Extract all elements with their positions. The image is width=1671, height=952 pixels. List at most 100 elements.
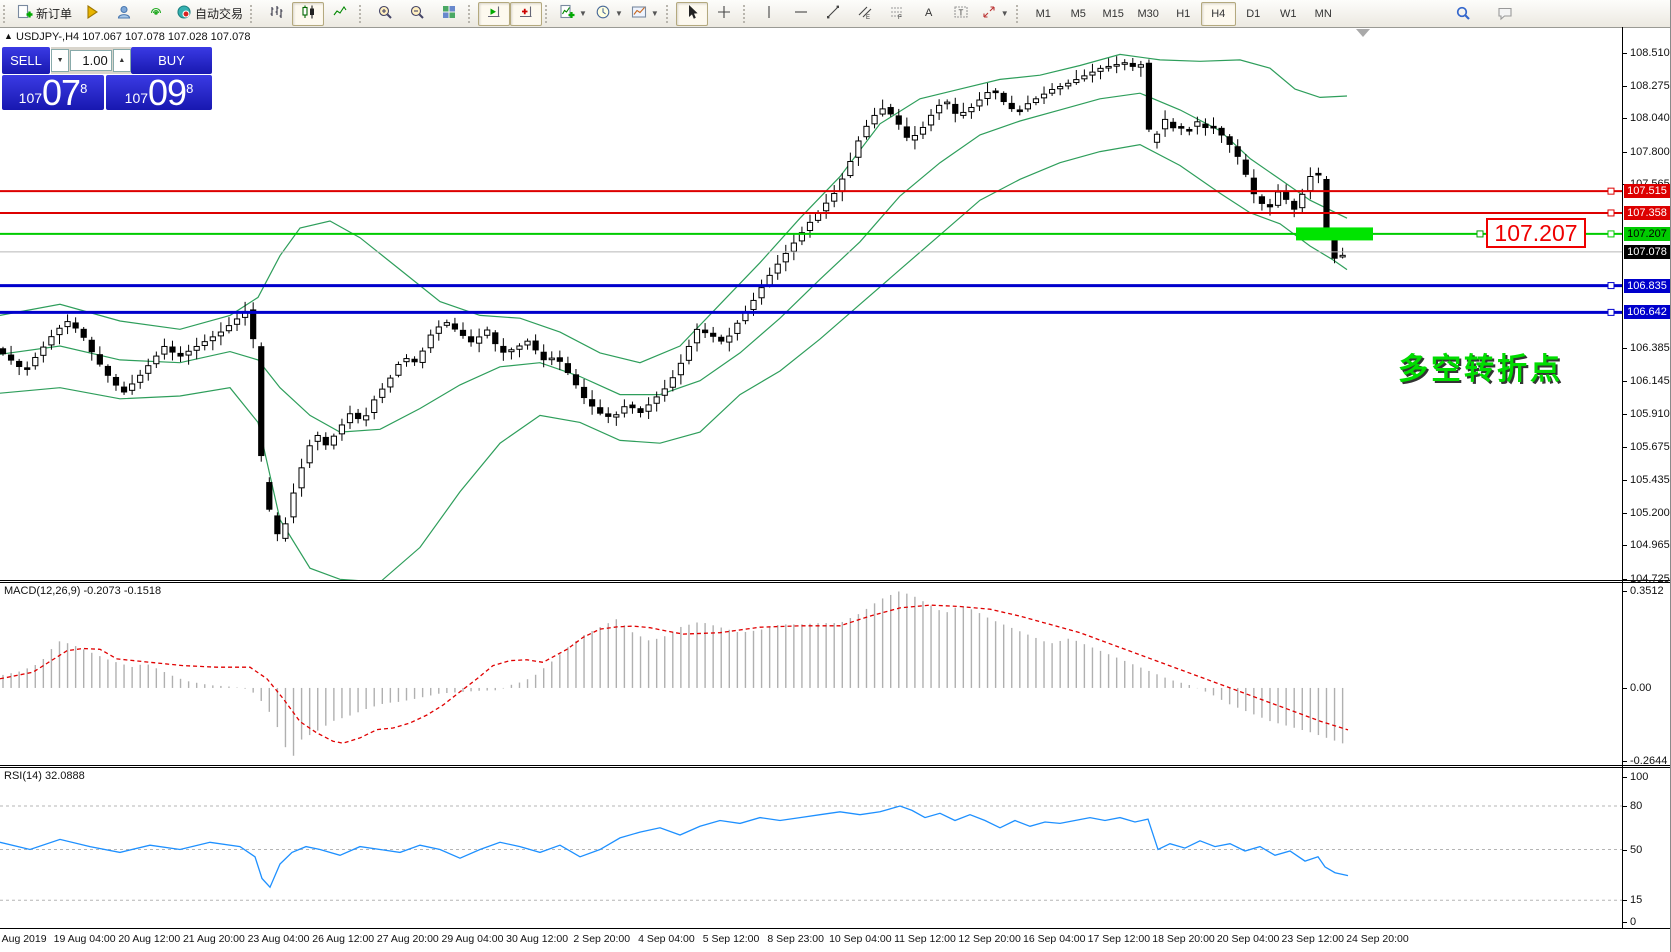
price-level-badge: 107.515 (1624, 184, 1670, 198)
time-axis-label: 10 Sep 04:00 (829, 933, 891, 945)
time-axis-label: 21 Aug 20:00 (183, 933, 245, 945)
time-axis-separator (0, 928, 1671, 929)
candle-body (154, 356, 159, 364)
candle-body (888, 108, 893, 114)
time-axis-label: 20 Sep 04:00 (1217, 933, 1279, 945)
candle-body (1106, 66, 1111, 68)
chart-plot[interactable] (0, 0, 1671, 952)
time-axis-label: 19 Aug 04:00 (54, 933, 116, 945)
candle-body (1316, 173, 1321, 175)
candle-body (694, 329, 699, 342)
candle-body (1219, 128, 1224, 135)
candle-body (1203, 124, 1208, 127)
axis-tick (1622, 761, 1627, 762)
candle-body (186, 351, 191, 355)
buy-price-sup: 8 (186, 76, 193, 102)
level-line-handle[interactable] (1608, 309, 1614, 315)
volume-input[interactable]: 1.00 (70, 50, 111, 71)
price-level-badge: 106.642 (1624, 305, 1670, 319)
time-axis-label: 4 Sep 04:00 (638, 933, 695, 945)
candle-body (662, 389, 667, 395)
candle-body (428, 335, 433, 348)
candle-body (775, 264, 780, 273)
pane-separator[interactable] (0, 580, 1671, 583)
one-click-collapse-icon[interactable]: ▲ (4, 31, 13, 41)
candle-body (81, 329, 86, 337)
one-click-trading-panel: SELL ▼ 1.00 ▲ BUY 107 07 8 107 09 8 (2, 47, 212, 108)
price-annotation-box[interactable]: 107.207 (1486, 218, 1586, 248)
candle-body (1090, 72, 1095, 75)
candle-body (162, 346, 167, 354)
candle-body (856, 141, 861, 157)
volume-decrease-button[interactable]: ▼ (51, 49, 69, 72)
candle-body (590, 400, 595, 406)
candle-body (654, 397, 659, 403)
candle-body (832, 194, 837, 202)
sell-button[interactable]: SELL (2, 47, 50, 74)
axis-tick (1622, 591, 1627, 592)
macd-axis-label: -0.2644 (1630, 755, 1667, 767)
candle-body (985, 93, 990, 99)
buy-button[interactable]: BUY (131, 47, 212, 74)
candle-body (210, 337, 215, 341)
candle-body (170, 347, 175, 352)
candle-body (896, 116, 901, 124)
candle-body (872, 115, 877, 123)
volume-increase-button[interactable]: ▲ (113, 49, 131, 72)
macd-indicator-label: MACD(12,26,9) -0.2073 -0.1518 (4, 585, 161, 597)
candle-body (372, 400, 377, 413)
macd-axis-label: 0.3512 (1630, 585, 1664, 597)
time-axis-label: 27 Aug 20:00 (377, 933, 439, 945)
candle-body (1284, 192, 1289, 200)
candle-body (1066, 83, 1071, 86)
candle-body (937, 105, 942, 112)
highlight-rectangle[interactable] (1296, 227, 1373, 240)
candle-body (807, 222, 812, 230)
candle-body (460, 330, 465, 335)
axis-tick (1622, 118, 1627, 119)
candle-body (1267, 205, 1272, 207)
level-line-handle[interactable] (1608, 283, 1614, 289)
candle-body (1324, 179, 1329, 229)
candle-body (783, 253, 788, 261)
candle-body (218, 332, 223, 336)
pane-separator[interactable] (0, 765, 1671, 768)
candle-body (25, 368, 30, 370)
time-axis-label: 23 Aug 04:00 (248, 933, 310, 945)
level-line-handle[interactable] (1608, 210, 1614, 216)
candle-body (468, 337, 473, 342)
candle-body (880, 109, 885, 114)
level-line-handle[interactable] (1608, 231, 1614, 237)
time-axis-label: 26 Aug 12:00 (312, 933, 374, 945)
candle-body (1340, 255, 1345, 257)
candle-body (848, 162, 853, 176)
candle-body (1179, 127, 1184, 129)
candle-body (1259, 197, 1264, 204)
candle-body (194, 346, 199, 350)
trendline-handle[interactable] (1477, 231, 1483, 237)
mt4-window: 新订单自动交易▼▼▼EFAT▼M1M5M15M30H1H4D1W1MN ▲ US… (0, 0, 1671, 952)
axis-tick (1622, 806, 1627, 807)
time-axis-label: 30 Aug 12:00 (506, 933, 568, 945)
candle-body (1227, 137, 1232, 145)
time-axis-label: 11 Sep 12:00 (894, 933, 956, 945)
price-axis-label: 105.675 (1630, 441, 1670, 453)
axis-tick (1622, 86, 1627, 87)
candle-body (0, 349, 5, 354)
sell-price[interactable]: 107 07 8 (2, 75, 104, 110)
time-axis-label: 5 Aug 2019 (0, 933, 47, 945)
candle-body (404, 359, 409, 362)
chart-shift-marker-icon[interactable] (1356, 29, 1370, 37)
candle-body (1025, 104, 1030, 109)
candle-body (1243, 160, 1248, 174)
rsi-axis-label: 50 (1630, 844, 1642, 856)
price-axis-label: 105.435 (1630, 474, 1670, 486)
price-axis-label: 108.275 (1630, 80, 1670, 92)
turning-point-annotation[interactable]: 多空转折点 (1398, 344, 1563, 388)
candle-body (57, 328, 62, 334)
candle-body (598, 408, 603, 414)
axis-tick (1622, 152, 1627, 153)
buy-price[interactable]: 107 09 8 (106, 75, 212, 110)
candle-body (1033, 99, 1038, 103)
level-line-handle[interactable] (1608, 188, 1614, 194)
